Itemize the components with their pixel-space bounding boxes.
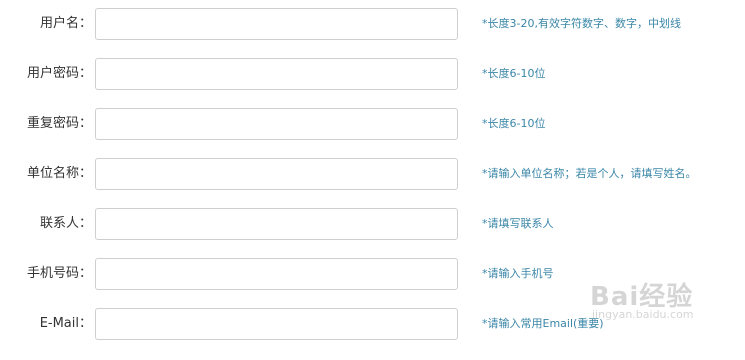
organization-field[interactable] <box>95 158 458 190</box>
confirm-password-label: 重复密码： <box>26 116 92 131</box>
password-hint: *长度6-10位 <box>482 67 546 80</box>
phone-label: 手机号码： <box>26 266 92 281</box>
username-field[interactable] <box>95 8 458 40</box>
form-row-confirm-password: 重复密码： *长度6-10位 <box>0 108 745 144</box>
confirm-password-hint: *长度6-10位 <box>482 117 546 130</box>
contact-field[interactable] <box>95 208 458 240</box>
contact-hint: *请填写联系人 <box>482 217 554 230</box>
registration-form: 用户名： *长度3-20,有效字符数字、数字，中划线 用户密码： *长度6-10… <box>0 0 745 360</box>
phone-field[interactable] <box>95 258 458 290</box>
form-row-phone: 手机号码： *请输入手机号 <box>0 258 745 294</box>
phone-hint: *请输入手机号 <box>482 267 554 280</box>
email-hint: *请输入常用Email(重要) <box>482 317 604 330</box>
contact-label: 联系人： <box>39 216 92 231</box>
form-row-email: E-Mail： *请输入常用Email(重要) <box>0 308 745 344</box>
form-row-username: 用户名： *长度3-20,有效字符数字、数字，中划线 <box>0 8 745 44</box>
password-label: 用户密码： <box>26 66 92 81</box>
form-row-contact: 联系人： *请填写联系人 <box>0 208 745 244</box>
username-label: 用户名： <box>39 16 92 31</box>
organization-hint: *请输入单位名称；若是个人，请填写姓名。 <box>482 167 697 180</box>
organization-label: 单位名称： <box>26 166 92 181</box>
username-hint: *长度3-20,有效字符数字、数字，中划线 <box>482 17 681 30</box>
form-row-organization: 单位名称： *请输入单位名称；若是个人，请填写姓名。 <box>0 158 745 194</box>
email-field[interactable] <box>95 308 458 340</box>
email-label: E-Mail： <box>39 316 92 331</box>
confirm-password-field[interactable] <box>95 108 458 140</box>
form-row-password: 用户密码： *长度6-10位 <box>0 58 745 94</box>
password-field[interactable] <box>95 58 458 90</box>
